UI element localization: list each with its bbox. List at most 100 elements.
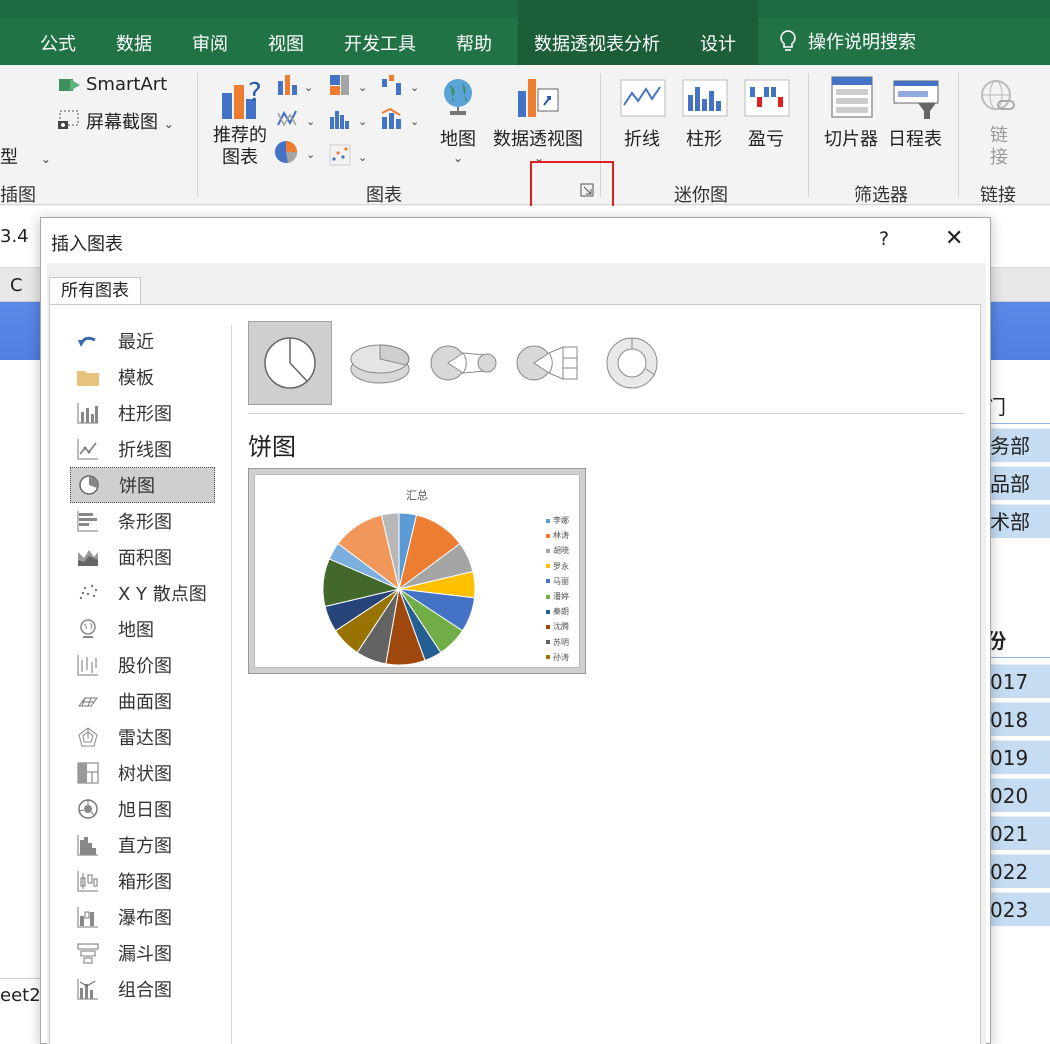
recommended-charts-icon[interactable]: ? — [218, 75, 266, 121]
category-radar[interactable]: 雷达图 — [70, 719, 215, 755]
combo-chart-icon — [76, 978, 100, 1000]
cell-right[interactable]: 017 — [990, 664, 1050, 698]
category-combo[interactable]: 组合图 — [70, 971, 215, 1007]
category-column[interactable]: 柱形图 — [70, 395, 215, 431]
line-chart-button-icon[interactable]: ⌄ — [276, 107, 320, 131]
sparkline-line-icon[interactable] — [620, 79, 666, 117]
shapes-cut-label[interactable]: 型 ⌄ — [0, 143, 51, 169]
category-treemap[interactable]: 树状图 — [70, 755, 215, 791]
category-surface[interactable]: 曲面图 — [70, 683, 215, 719]
slicer-button[interactable]: 切片器 — [824, 125, 878, 151]
cell-right[interactable]: 务部 — [990, 428, 1050, 462]
tell-me-search[interactable]: 操作说明搜索 — [778, 28, 916, 54]
cell-right[interactable]: 023 — [990, 892, 1050, 926]
sparkline-winloss-button[interactable]: 盈亏 — [748, 125, 784, 151]
category-pie[interactable]: 饼图 — [70, 467, 215, 503]
timeline-icon[interactable] — [892, 79, 940, 119]
ribbon-tab-bar: 公式 数据 审阅 视图 开发工具 帮助 数据透视表分析 设计 操作说明搜索 — [0, 0, 1050, 65]
tab-all-charts[interactable]: 所有图表 — [49, 277, 141, 305]
subtype-pie[interactable] — [248, 321, 332, 405]
histogram-chart-icon — [76, 834, 100, 856]
combo-chart-button-icon[interactable]: ⌄ — [380, 107, 424, 131]
category-sunburst[interactable]: 旭日图 — [70, 791, 215, 827]
legend-swatch — [546, 624, 550, 629]
tab-developer[interactable]: 开发工具 — [344, 30, 416, 56]
map-button[interactable]: 地图 — [440, 125, 476, 151]
cell-right[interactable]: 术部 — [990, 504, 1050, 538]
category-histogram[interactable]: 直方图 — [70, 827, 215, 863]
slicer-icon[interactable] — [830, 75, 874, 119]
timeline-button[interactable]: 日程表 — [888, 125, 942, 151]
subtype-3d-pie[interactable] — [338, 321, 422, 405]
column-chart-button-icon[interactable]: ⌄ — [276, 73, 316, 97]
chart-category-list: 最近 模板 柱形图 折线图 饼图 条形图 面积图 X Y 散点图 地图 股价图 … — [70, 323, 215, 1007]
category-scatter[interactable]: X Y 散点图 — [70, 575, 215, 611]
cell-right[interactable]: 020 — [990, 778, 1050, 812]
map-globe-icon[interactable] — [440, 75, 476, 119]
scatter-chart-icon — [76, 582, 100, 604]
help-button[interactable]: ? — [879, 228, 889, 250]
waterfall-chart-button-icon[interactable]: ⌄ — [380, 73, 424, 97]
category-funnel[interactable]: 漏斗图 — [70, 935, 215, 971]
legend-item: 林涛 — [546, 528, 569, 543]
category-bar[interactable]: 条形图 — [70, 503, 215, 539]
cell-right[interactable]: 门 — [986, 390, 1050, 424]
svg-text:⌄: ⌄ — [358, 115, 367, 128]
tab-view[interactable]: 视图 — [268, 30, 304, 56]
recommended-charts-button[interactable]: 推荐的 图表 — [213, 125, 267, 169]
sparkline-line-button[interactable]: 折线 — [624, 125, 660, 151]
category-box[interactable]: 箱形图 — [70, 863, 215, 899]
tab-formulas[interactable]: 公式 — [40, 30, 76, 56]
screenshot-button[interactable]: 屏幕截图 ⌄ — [86, 108, 174, 134]
sparkline-column-icon[interactable] — [682, 79, 728, 117]
map-dropdown-caret[interactable]: ⌄ — [453, 151, 463, 165]
insert-chart-dialog: 插入图表 ? ✕ 所有图表 最近 模板 柱形图 折线图 饼图 条形图 面积图 X… — [40, 217, 991, 1044]
category-stock[interactable]: 股价图 — [70, 647, 215, 683]
pivot-chart-button[interactable]: 数据透视图 — [493, 125, 583, 151]
scatter-chart-button-icon[interactable]: ⌄ — [328, 143, 372, 167]
category-templates[interactable]: 模板 — [70, 359, 215, 395]
chart-preview[interactable]: 汇总 李娜 林涛 胡晓 罗永 马丽 潘婷 秦朗 沈腾 苏明 孙涛 — [248, 468, 586, 674]
tab-review[interactable]: 审阅 — [192, 30, 228, 56]
category-area[interactable]: 面积图 — [70, 539, 215, 575]
pie-subtype-icon — [264, 337, 316, 389]
charts-group-label: 图表 — [366, 185, 402, 206]
pie-chart-button-icon[interactable]: ⌄ — [274, 139, 320, 165]
close-button[interactable]: ✕ — [945, 226, 963, 251]
hierarchy-chart-button-icon[interactable]: ⌄ — [328, 73, 372, 97]
map-chart-icon — [76, 618, 100, 640]
category-recent[interactable]: 最近 — [70, 323, 215, 359]
pivot-chart-icon[interactable] — [516, 75, 564, 121]
name-box[interactable]: 3.4 — [0, 226, 29, 247]
cell-right[interactable]: 022 — [990, 854, 1050, 888]
tab-design[interactable]: 设计 — [678, 0, 758, 65]
svg-text:⌄: ⌄ — [358, 81, 367, 94]
cell-right[interactable]: 019 — [990, 740, 1050, 774]
smartart-button[interactable]: SmartArt — [86, 74, 167, 95]
cell-right[interactable]: 品部 — [990, 466, 1050, 500]
category-line[interactable]: 折线图 — [70, 431, 215, 467]
statistic-chart-button-icon[interactable]: ⌄ — [328, 107, 372, 131]
sparkline-column-button[interactable]: 柱形 — [686, 125, 722, 151]
tab-data[interactable]: 数据 — [116, 30, 152, 56]
cell-right[interactable]: 018 — [990, 702, 1050, 736]
link-globe-icon[interactable] — [978, 77, 1018, 117]
cell-right[interactable]: 021 — [990, 816, 1050, 850]
sparkline-winloss-icon[interactable] — [744, 79, 790, 117]
category-map[interactable]: 地图 — [70, 611, 215, 647]
cell-right[interactable]: 份 — [986, 624, 1050, 658]
tab-help[interactable]: 帮助 — [456, 30, 492, 56]
category-waterfall[interactable]: 瀑布图 — [70, 899, 215, 935]
treemap-chart-icon — [76, 762, 100, 784]
sheet-tab[interactable]: eet2 — [0, 978, 41, 1012]
recent-icon — [76, 330, 100, 352]
link-button[interactable]: 链接 — [990, 125, 1008, 169]
tab-pivottable-analyze[interactable]: 数据透视表分析 — [518, 0, 678, 65]
subtype-doughnut[interactable] — [590, 321, 674, 405]
folder-icon — [76, 366, 100, 388]
subtype-bar-of-pie[interactable] — [506, 321, 590, 405]
legend-item: 潘婷 — [546, 589, 569, 604]
subtype-pie-of-pie[interactable] — [422, 321, 506, 405]
legend-swatch — [546, 548, 550, 553]
column-header-c[interactable]: C — [10, 275, 23, 296]
